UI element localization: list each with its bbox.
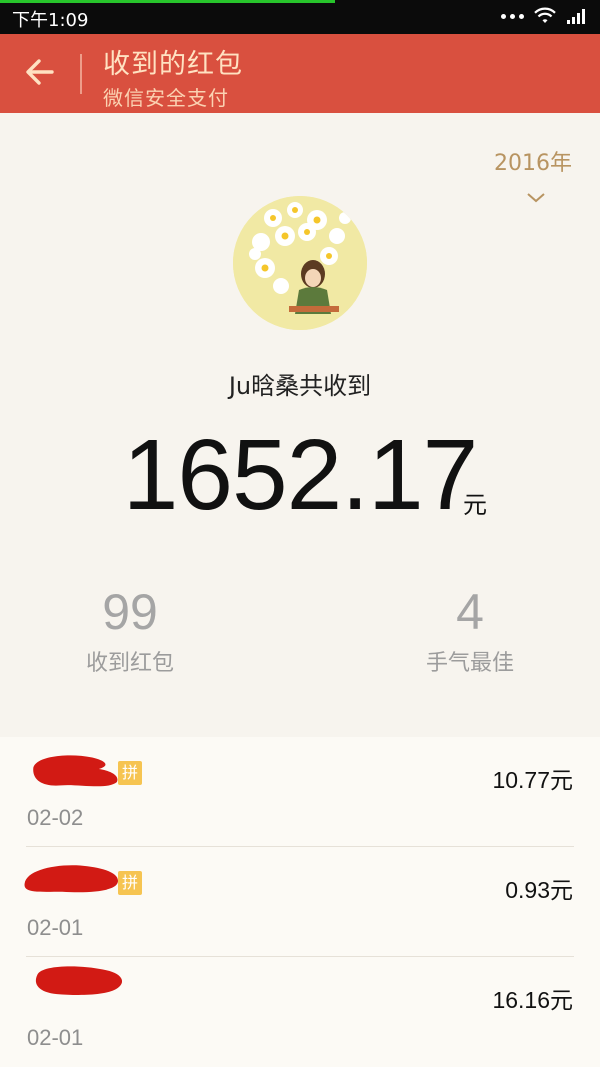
list-item[interactable]: 02-01 16.16元 [0, 957, 600, 1067]
total-unit: 元 [463, 491, 487, 519]
red-packet-list: 拼 02-02 10.77元 拼 02-01 0.93元 02-01 16.16… [0, 737, 600, 1067]
year-selector[interactable]: 2016年 [494, 145, 572, 177]
signal-icon [566, 7, 588, 25]
pin-badge: 拼 [118, 871, 142, 895]
back-arrow-icon [25, 59, 55, 89]
total-wrap: 1652.17 [0, 418, 600, 533]
sender-name-redacted [24, 865, 119, 893]
received-count-stat: 99 收到红包 [30, 583, 230, 677]
list-item[interactable]: 拼 02-01 0.93元 [0, 847, 600, 957]
pin-badge: 拼 [118, 761, 142, 785]
best-luck-label: 手气最佳 [425, 651, 514, 676]
status-icons [501, 7, 588, 25]
header-divider [80, 54, 82, 94]
sender-name-redacted [35, 966, 123, 995]
year-label: 2016年 [494, 151, 572, 176]
sender-name-redacted [33, 755, 118, 787]
wifi-icon [534, 7, 556, 25]
total-amount: 1652.17 [122, 419, 478, 531]
summary-section: 2016年 Ju晗桑共收到 1652.17 元 99 收到红包 4 手气最佳 [0, 113, 600, 737]
page-subtitle: 微信安全支付 [103, 86, 229, 110]
status-time: 下午1:09 [12, 10, 89, 31]
packet-date: 02-01 [27, 915, 84, 940]
best-luck-count: 4 [456, 584, 484, 640]
best-luck-stat: 4 手气最佳 [370, 583, 570, 677]
owner-total-label: Ju晗桑共收到 [228, 372, 372, 400]
app-header: 收到的红包 微信安全支付 [0, 34, 600, 113]
status-bar: 下午1:09 [0, 0, 600, 34]
packet-date: 02-02 [27, 805, 84, 830]
packet-date: 02-01 [27, 1025, 84, 1050]
avatar[interactable] [233, 196, 367, 330]
packet-amount: 10.77元 [492, 767, 573, 793]
page-title: 收到的红包 [103, 49, 243, 80]
packet-amount: 0.93元 [505, 877, 573, 903]
packet-amount: 16.16元 [492, 987, 573, 1013]
list-item[interactable]: 拼 02-02 10.77元 [0, 737, 600, 847]
back-button[interactable] [16, 52, 64, 96]
received-label: 收到红包 [85, 651, 174, 676]
more-dots-icon [501, 13, 524, 19]
loading-progress-bar [0, 0, 335, 3]
chevron-down-icon[interactable] [526, 189, 546, 208]
received-count: 99 [102, 584, 158, 640]
